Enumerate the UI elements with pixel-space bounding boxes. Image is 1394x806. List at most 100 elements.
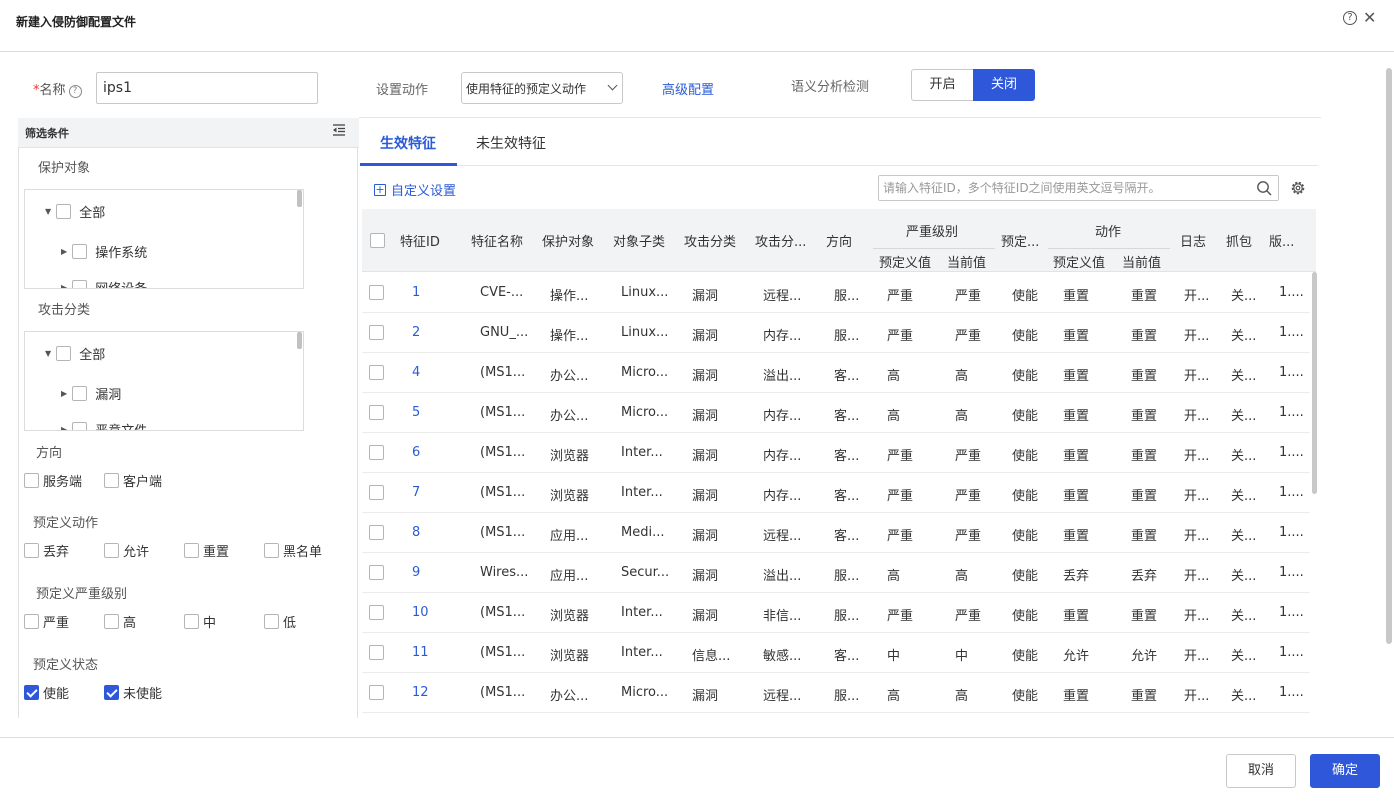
row-checkbox[interactable] xyxy=(369,605,384,620)
filter-option-enabled[interactable]: 使能 xyxy=(24,683,69,702)
search-icon[interactable] xyxy=(1256,180,1272,196)
row-checkbox[interactable] xyxy=(369,525,384,540)
checkbox[interactable] xyxy=(56,346,71,361)
tree-scrollbar[interactable] xyxy=(297,332,302,349)
row-checkbox[interactable] xyxy=(369,565,384,580)
filter-option-disabled[interactable]: 未使能 xyxy=(104,683,162,702)
checkbox[interactable] xyxy=(24,473,39,488)
table-row[interactable]: 10 (MS1... 浏览器 Inter... 漏洞 非信... 服... 严重 严重 使能 重置 重… xyxy=(362,593,1310,633)
custom-settings-button[interactable]: + 自定义设置 xyxy=(374,180,456,199)
table-row[interactable]: 8 (MS1... 应用... Medi... 漏洞 远程... 客... 严重 严重 使能 重置 重… xyxy=(362,513,1310,553)
tab-active-signatures[interactable]: 生效特征 xyxy=(380,133,436,153)
confirm-button[interactable]: 确定 xyxy=(1310,754,1380,788)
col-action-predef[interactable]: 预定义值 xyxy=(1053,252,1105,271)
col-protect[interactable]: 保护对象 xyxy=(542,231,594,250)
col-attack[interactable]: 攻击分类 xyxy=(684,231,736,250)
signature-search-input[interactable] xyxy=(878,175,1279,201)
caret-right-icon[interactable]: ▶ xyxy=(61,389,72,398)
cell-id[interactable]: 10 xyxy=(412,605,429,620)
cell-id[interactable]: 9 xyxy=(412,565,420,580)
close-icon[interactable]: ✕ xyxy=(1363,8,1376,27)
tree-item-all[interactable]: ▼ 全部 xyxy=(45,344,105,363)
checkbox[interactable] xyxy=(104,473,119,488)
row-checkbox[interactable] xyxy=(369,445,384,460)
col-name[interactable]: 特征名称 xyxy=(471,231,523,250)
tree-item-vuln[interactable]: ▶ 漏洞 xyxy=(61,384,121,403)
table-row[interactable]: 7 (MS1... 浏览器 Inter... 漏洞 内存... 客... 严重 严重 使能 重置 重置… xyxy=(362,473,1310,513)
page-scrollbar[interactable] xyxy=(1386,68,1392,644)
row-checkbox[interactable] xyxy=(369,405,384,420)
cell-id[interactable]: 5 xyxy=(412,405,420,420)
col-subtype[interactable]: 对象子类 xyxy=(613,231,665,250)
cell-id[interactable]: 7 xyxy=(412,485,420,500)
table-row[interactable]: 2 GNU_... 操作... Linux... 漏洞 内存... 服... 严重 严重 使能 重置… xyxy=(362,313,1310,353)
checkbox[interactable] xyxy=(72,422,87,430)
checkbox-checked[interactable] xyxy=(24,685,39,700)
table-row[interactable]: 5 (MS1... 办公... Micro... 漏洞 内存... 客... 高 高 使能 重置 重置… xyxy=(362,393,1310,433)
col-severity-predef[interactable]: 预定义值 xyxy=(879,252,931,271)
table-row[interactable]: 12 (MS1... 办公... Micro... 漏洞 远程... 服... 高 高 使能 重置 重… xyxy=(362,673,1310,713)
checkbox[interactable] xyxy=(24,543,39,558)
checkbox[interactable] xyxy=(264,543,279,558)
filter-option-blacklist[interactable]: 黑名单 xyxy=(264,541,322,560)
name-help-icon[interactable]: ? xyxy=(68,85,82,98)
row-checkbox[interactable] xyxy=(369,645,384,660)
filter-option-drop[interactable]: 丢弃 xyxy=(24,541,69,560)
col-direction[interactable]: 方向 xyxy=(826,231,852,250)
checkbox[interactable] xyxy=(104,543,119,558)
tree-item-malware[interactable]: ▶ 恶意文件 xyxy=(61,420,147,430)
checkbox[interactable] xyxy=(72,244,87,259)
table-scrollbar[interactable] xyxy=(1312,272,1317,494)
checkbox[interactable] xyxy=(264,614,279,629)
row-checkbox[interactable] xyxy=(369,685,384,700)
checkbox[interactable] xyxy=(24,614,39,629)
select-all-checkbox[interactable] xyxy=(370,233,385,248)
tree-scrollbar[interactable] xyxy=(297,190,302,207)
filter-option-critical[interactable]: 严重 xyxy=(24,612,69,631)
cell-id[interactable]: 11 xyxy=(412,645,429,660)
col-capture[interactable]: 抓包 xyxy=(1226,231,1252,250)
table-row[interactable]: 9 Wires... 应用... Secur... 漏洞 溢出... 服... 高 高 使能 丢弃 丢… xyxy=(362,553,1310,593)
toggle-off-button[interactable]: 关闭 xyxy=(973,69,1035,101)
checkbox[interactable] xyxy=(184,543,199,558)
table-row[interactable]: 4 (MS1... 办公... Micro... 漏洞 溢出... 客... 高 高 使能 重置 重置… xyxy=(362,353,1310,393)
tree-item-os[interactable]: ▶ 操作系统 xyxy=(61,242,147,261)
cell-id[interactable]: 6 xyxy=(412,445,420,460)
filter-option-client[interactable]: 客户端 xyxy=(104,471,162,490)
col-id[interactable]: 特征ID xyxy=(400,231,440,250)
filter-option-medium[interactable]: 中 xyxy=(184,612,216,631)
action-select[interactable]: 使用特征的预定义动作 xyxy=(461,72,623,104)
checkbox[interactable] xyxy=(72,280,87,288)
caret-right-icon[interactable]: ▶ xyxy=(61,283,72,288)
cell-id[interactable]: 4 xyxy=(412,365,420,380)
help-icon[interactable]: ? xyxy=(1343,11,1357,25)
checkbox[interactable] xyxy=(72,386,87,401)
gear-icon[interactable] xyxy=(1290,180,1306,196)
caret-right-icon[interactable]: ▶ xyxy=(61,425,72,430)
col-log[interactable]: 日志 xyxy=(1180,231,1206,250)
checkbox[interactable] xyxy=(56,204,71,219)
row-checkbox[interactable] xyxy=(369,485,384,500)
cell-id[interactable]: 12 xyxy=(412,685,429,700)
filter-option-allow[interactable]: 允许 xyxy=(104,541,149,560)
caret-right-icon[interactable]: ▶ xyxy=(61,247,72,256)
cell-id[interactable]: 1 xyxy=(412,285,420,300)
caret-down-icon[interactable]: ▼ xyxy=(45,349,56,358)
name-input[interactable] xyxy=(96,72,318,104)
advanced-config-link[interactable]: 高级配置 xyxy=(662,79,714,98)
col-action-current[interactable]: 当前值 xyxy=(1122,252,1161,271)
checkbox[interactable] xyxy=(104,614,119,629)
cancel-button[interactable]: 取消 xyxy=(1226,754,1296,788)
table-row[interactable]: 6 (MS1... 浏览器 Inter... 漏洞 内存... 客... 严重 严重 使能 重置 重置… xyxy=(362,433,1310,473)
filter-option-reset[interactable]: 重置 xyxy=(184,541,229,560)
table-row[interactable]: 11 (MS1... 浏览器 Inter... 信息... 敏感... 客... 中 中 使能 允许… xyxy=(362,633,1310,673)
tree-item-network[interactable]: ▶ 网络设备 xyxy=(61,278,147,288)
tree-item-all[interactable]: ▼ 全部 xyxy=(45,202,105,221)
col-attack-sub[interactable]: 攻击分... xyxy=(755,231,806,250)
col-predef-status[interactable]: 预定... xyxy=(1001,231,1039,250)
caret-down-icon[interactable]: ▼ xyxy=(45,207,56,216)
collapse-panel-icon[interactable] xyxy=(332,123,346,137)
cell-id[interactable]: 8 xyxy=(412,525,420,540)
checkbox-checked[interactable] xyxy=(104,685,119,700)
col-version[interactable]: 版... xyxy=(1269,231,1294,250)
